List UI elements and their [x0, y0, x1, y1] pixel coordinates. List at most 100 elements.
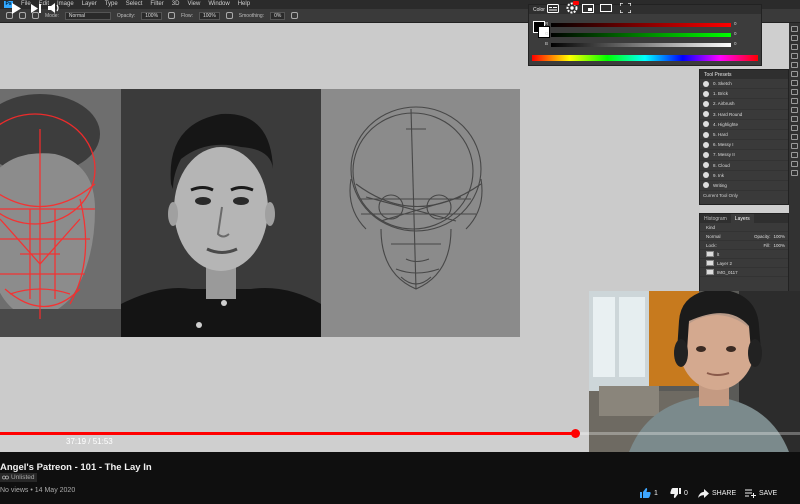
miniplayer-button[interactable] [580, 0, 596, 16]
gradient-tool-icon [791, 107, 798, 113]
blue-channel-label: B [545, 41, 549, 46]
blue-slider [551, 43, 731, 47]
share-button[interactable]: SHARE [698, 487, 736, 499]
construction-overlay-image [0, 89, 121, 337]
layer-thumbnail [706, 269, 714, 275]
layer-name: IMG_0117 [717, 269, 738, 275]
airbrush-icon [225, 12, 233, 19]
marquee-tool-icon [791, 35, 798, 41]
playlist-add-icon [745, 489, 756, 498]
brush-preset-icon [703, 121, 709, 128]
thumbs-down-icon [670, 488, 681, 498]
tab-histogram: Histogram [704, 216, 727, 222]
blue-value: 0 [734, 41, 737, 46]
green-slider [551, 33, 731, 37]
share-label: SHARE [712, 489, 737, 497]
tool-presets-title: Tool Presets [700, 70, 788, 79]
brush-preset-icon [703, 151, 709, 158]
photoshop-toolbar [789, 23, 800, 293]
ps-menu-select: Select [125, 1, 143, 7]
time-display: 37:19 / 51:53 [66, 436, 113, 448]
thumbs-up-icon [640, 488, 651, 498]
layer-filter-row: Kind [700, 223, 788, 232]
brush-preset-icon [703, 162, 709, 169]
preset-item: 6. Messy I [700, 140, 788, 151]
save-button[interactable]: SAVE [745, 487, 777, 499]
brush-preset-icon [703, 182, 709, 189]
preset-label: 8. Cloud [713, 162, 730, 168]
subtitles-button[interactable] [545, 0, 561, 16]
next-button[interactable] [28, 0, 44, 16]
layer-row: Layer 2 [700, 259, 788, 268]
fullscreen-button[interactable] [617, 0, 633, 16]
lock-label: Lock: [706, 242, 717, 248]
ps-menu-view: View [187, 1, 201, 7]
red-channel-label: R [545, 21, 549, 26]
sketch-canvas [321, 89, 520, 337]
youtube-watch-page: Ps File Edit Image Layer Type Select Fil… [0, 0, 800, 504]
preset-item: 1. Brick [700, 89, 788, 100]
volume-icon [48, 3, 59, 13]
theater-mode-button[interactable] [598, 0, 614, 16]
share-icon [698, 488, 709, 498]
smoothing-label: Smoothing: [238, 12, 265, 19]
fullscreen-icon [619, 3, 631, 13]
layer-thumbnail [706, 251, 714, 257]
brush-preset-icon [703, 111, 709, 118]
layers-panel: Histogram Layers Kind Normal Opacity: 10… [699, 213, 789, 293]
save-label: SAVE [759, 489, 778, 497]
brush-tool-icon [791, 80, 798, 86]
brush-preset-icon [703, 172, 709, 179]
volume-button[interactable] [46, 0, 62, 16]
pen-tool-icon [791, 125, 798, 131]
mode-select: Normal [64, 11, 111, 20]
captions-icon [547, 3, 559, 13]
dislike-button[interactable]: 0 [670, 487, 688, 499]
shape-tool-icon [791, 152, 798, 158]
like-button[interactable]: 1 [640, 487, 658, 499]
green-value: 0 [734, 31, 737, 36]
layer-lock-row: Lock: Fill: 100% [700, 241, 788, 250]
layer-row: lt [700, 250, 788, 259]
preset-item: 7. Messy II [700, 150, 788, 161]
link-icon [2, 475, 9, 480]
brush-preset-icon [703, 100, 709, 107]
video-player[interactable]: Ps File Edit Image Layer Type Select Fil… [0, 0, 800, 452]
flow-label: Flow: [181, 12, 193, 19]
eraser-tool-icon [791, 98, 798, 104]
red-value: 0 [734, 21, 737, 26]
preset-label: 5. Hard [713, 132, 728, 138]
type-tool-icon [791, 134, 798, 140]
preset-label: Writing [713, 182, 727, 188]
tab-layers: Layers [730, 214, 754, 223]
unlisted-label: Unlisted [11, 474, 35, 481]
scrubber-handle[interactable] [571, 429, 580, 438]
like-count: 1 [654, 489, 658, 497]
preset-item: 0. Sketch [700, 79, 788, 90]
progress-played [0, 432, 575, 435]
preset-label: 6. Messy I [713, 142, 734, 148]
preset-label: 7. Messy II [713, 152, 735, 158]
construction-overlay-svg [0, 89, 121, 337]
preset-label: 3. Hard Round [713, 111, 743, 117]
progress-bar[interactable] [0, 429, 800, 438]
unlisted-badge: Unlisted [0, 473, 38, 482]
ps-menu-help: Help [237, 1, 251, 7]
settings-button[interactable] [563, 0, 581, 16]
preset-label: 4. Highlighte [713, 121, 739, 127]
red-slider [551, 23, 731, 27]
layer-opacity-label: Opacity: [753, 233, 771, 239]
miniplayer-icon [582, 3, 594, 13]
webcam-overlay [589, 291, 800, 452]
play-button[interactable] [8, 0, 24, 16]
skip-next-icon [31, 3, 41, 13]
portrait-svg [121, 89, 321, 337]
smoothing-gear-icon [291, 12, 299, 19]
theater-icon [600, 4, 612, 12]
dislike-count: 0 [684, 489, 688, 497]
reference-photo [121, 89, 321, 337]
layer-blend-row: Normal Opacity: 100% [700, 232, 788, 241]
blend-mode: Normal [706, 233, 721, 239]
opacity-label: Opacity: [116, 12, 136, 19]
eyedropper-tool-icon [791, 62, 798, 68]
